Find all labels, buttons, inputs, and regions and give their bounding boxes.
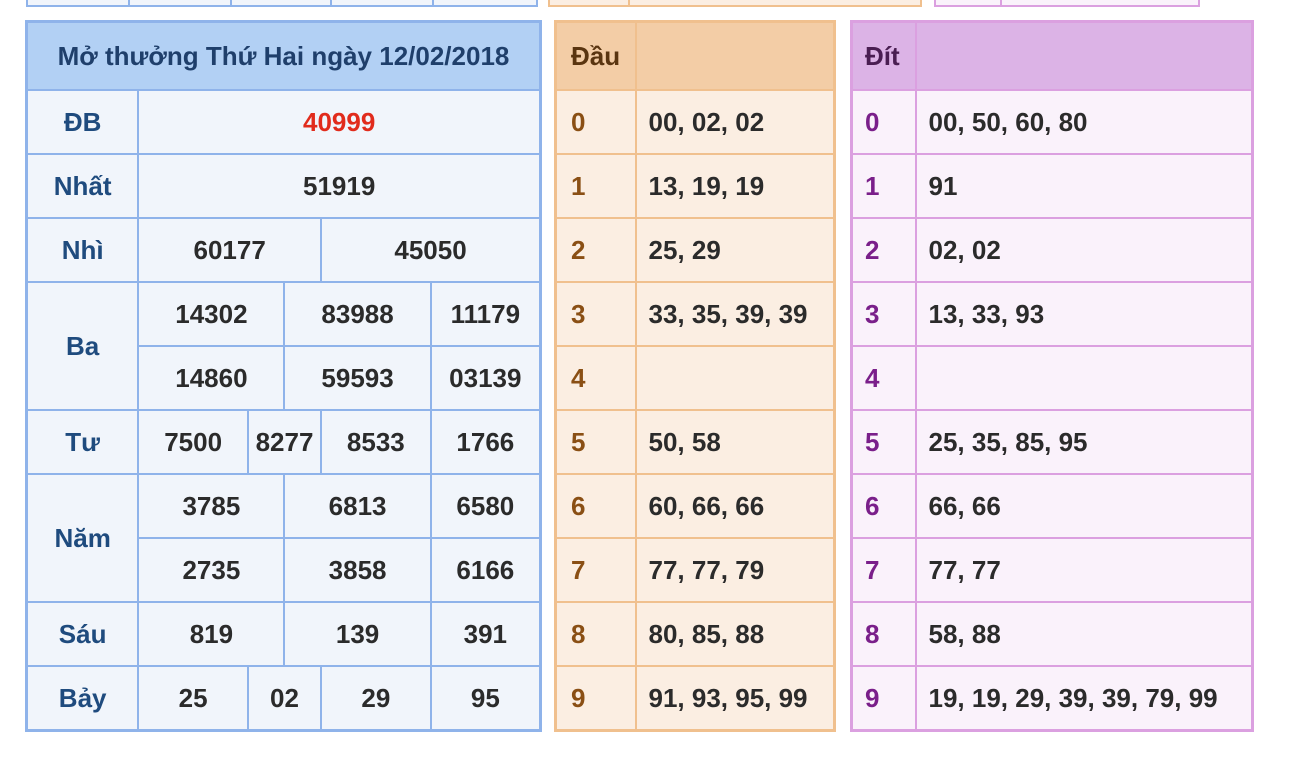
dau-values: 80, 85, 88 [634,601,836,667]
dit-key: 0 [850,89,917,155]
previous-dit-table-fragment [934,0,1200,7]
dau-values: 33, 35, 39, 39 [634,281,836,347]
dit-key: 9 [850,665,917,732]
prize-label-nam: Năm [25,473,140,603]
dit-key: 2 [850,217,917,283]
dau-key: 5 [554,409,637,475]
prize-value: 60177 [137,217,323,283]
prize-value: 6166 [429,537,542,603]
dau-key: 0 [554,89,637,155]
dit-values: 91 [914,153,1254,219]
prize-value: 14860 [137,345,286,411]
prize-value: 139 [283,601,432,667]
prize-value: 8533 [320,409,432,475]
dit-values: 02, 02 [914,217,1254,283]
dau-key: 3 [554,281,637,347]
prize-value: 14302 [137,281,286,347]
dit-header-blank [914,20,1254,91]
dau-values: 13, 19, 19 [634,153,836,219]
prize-value: 2735 [137,537,286,603]
dit-values: 19, 19, 29, 39, 39, 79, 99 [914,665,1254,732]
prize-value: 3858 [283,537,432,603]
dau-header-blank [634,20,836,91]
dit-key: 6 [850,473,917,539]
dit-key: 1 [850,153,917,219]
dau-values: 77, 77, 79 [634,537,836,603]
dau-key: 6 [554,473,637,539]
prize-value: 391 [429,601,542,667]
prize-value: 02 [246,665,323,732]
prize-label-ba: Ba [25,281,140,411]
prize-value: 51919 [137,153,542,219]
lottery-results-table: Mở thưởng Thứ Hai ngày 12/02/2018 ĐB 409… [25,20,542,732]
prize-label-nhi: Nhì [25,217,140,283]
prize-value: 11179 [429,281,542,347]
dit-values: 13, 33, 93 [914,281,1254,347]
dit-values: 00, 50, 60, 80 [914,89,1254,155]
prize-value: 819 [137,601,286,667]
dau-header: Đầu [554,20,637,91]
prize-value: 3785 [137,473,286,539]
prize-value: 29 [320,665,432,732]
dau-key: 2 [554,217,637,283]
prize-value: 03139 [429,345,542,411]
previous-results-table-fragment [26,0,538,7]
prize-value: 8277 [246,409,323,475]
dit-key: 8 [850,601,917,667]
prize-value-db: 40999 [137,89,542,155]
dau-key: 7 [554,537,637,603]
dit-values [914,345,1254,411]
prize-label-sau: Sáu [25,601,140,667]
prize-label-nhat: Nhất [25,153,140,219]
dit-values: 77, 77 [914,537,1254,603]
prize-value: 6580 [429,473,542,539]
dau-values: 60, 66, 66 [634,473,836,539]
dau-key: 9 [554,665,637,732]
dau-key: 1 [554,153,637,219]
dau-table: Đầu 0 00, 02, 02 1 13, 19, 19 2 25, 29 3 33,… [554,20,836,732]
prize-value: 1766 [429,409,542,475]
dau-values: 25, 29 [634,217,836,283]
prize-value: 6813 [283,473,432,539]
dit-key: 5 [850,409,917,475]
dit-values: 25, 35, 85, 95 [914,409,1254,475]
prize-label-bay: Bảy [25,665,140,732]
dau-key: 8 [554,601,637,667]
dit-table: Đít 0 00, 50, 60, 80 1 91 2 02, 02 3 13, 33,… [850,20,1254,732]
prize-value: 83988 [283,281,432,347]
dit-key: 3 [850,281,917,347]
dit-header: Đít [850,20,917,91]
prize-value: 25 [137,665,249,732]
dau-key: 4 [554,345,637,411]
prize-label-db: ĐB [25,89,140,155]
prize-value: 45050 [320,217,542,283]
results-title: Mở thưởng Thứ Hai ngày 12/02/2018 [25,20,542,91]
dau-values: 50, 58 [634,409,836,475]
dit-key: 4 [850,345,917,411]
dau-values [634,345,836,411]
prize-value: 7500 [137,409,249,475]
dit-values: 66, 66 [914,473,1254,539]
prize-value: 95 [429,665,542,732]
previous-dau-table-fragment [548,0,922,7]
dau-values: 00, 02, 02 [634,89,836,155]
dit-key: 7 [850,537,917,603]
dit-values: 58, 88 [914,601,1254,667]
dau-values: 91, 93, 95, 99 [634,665,836,732]
prize-label-tu: Tư [25,409,140,475]
prize-value: 59593 [283,345,432,411]
